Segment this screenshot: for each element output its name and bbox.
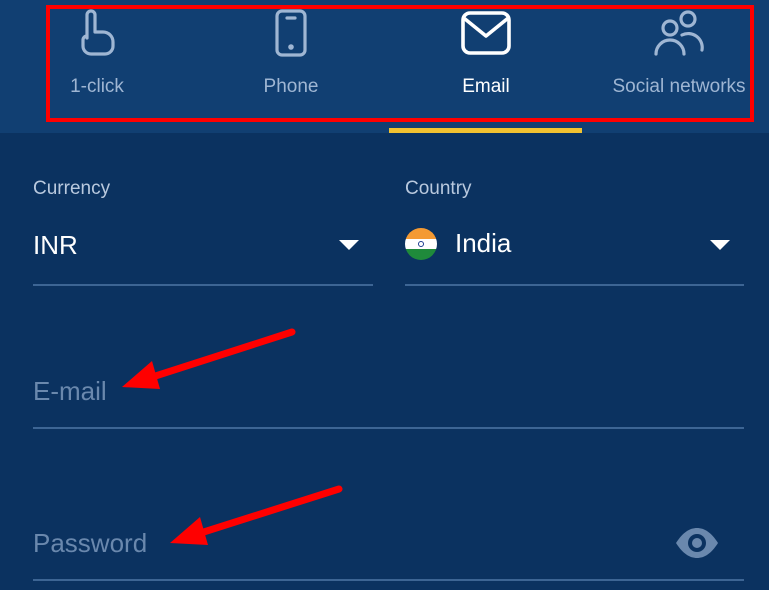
chevron-down-icon xyxy=(710,240,730,250)
tab-label: Social networks xyxy=(612,76,746,97)
country-label: Country xyxy=(405,178,472,199)
currency-value: INR xyxy=(33,230,78,260)
currency-underline xyxy=(33,284,373,286)
active-tab-indicator xyxy=(389,128,582,133)
email-input[interactable] xyxy=(33,372,733,410)
tab-label: Email xyxy=(462,76,510,97)
registration-method-tabs: 1-click Phone Email Social networks xyxy=(0,0,769,133)
envelope-icon xyxy=(460,8,512,63)
country-value: India xyxy=(455,228,512,258)
tab-label: 1-click xyxy=(70,76,124,97)
india-flag-icon xyxy=(405,228,437,260)
currency-label: Currency xyxy=(33,178,111,199)
country-select[interactable]: India xyxy=(405,228,744,264)
email-underline xyxy=(33,427,744,429)
tab-social-networks[interactable]: Social networks xyxy=(584,0,769,133)
tab-label: Phone xyxy=(263,76,319,97)
people-icon xyxy=(652,8,706,63)
password-input[interactable] xyxy=(33,524,653,562)
tab-phone[interactable]: Phone xyxy=(194,0,388,133)
tab-email[interactable]: Email xyxy=(389,0,583,133)
hand-pointer-icon xyxy=(75,8,119,63)
currency-select[interactable]: INR xyxy=(33,230,373,266)
show-password-eye-icon[interactable] xyxy=(674,527,720,564)
chevron-down-icon xyxy=(339,240,359,250)
password-underline xyxy=(33,579,744,581)
country-underline xyxy=(405,284,744,286)
phone-icon xyxy=(273,8,309,63)
tab-1-click[interactable]: 1-click xyxy=(0,0,194,133)
